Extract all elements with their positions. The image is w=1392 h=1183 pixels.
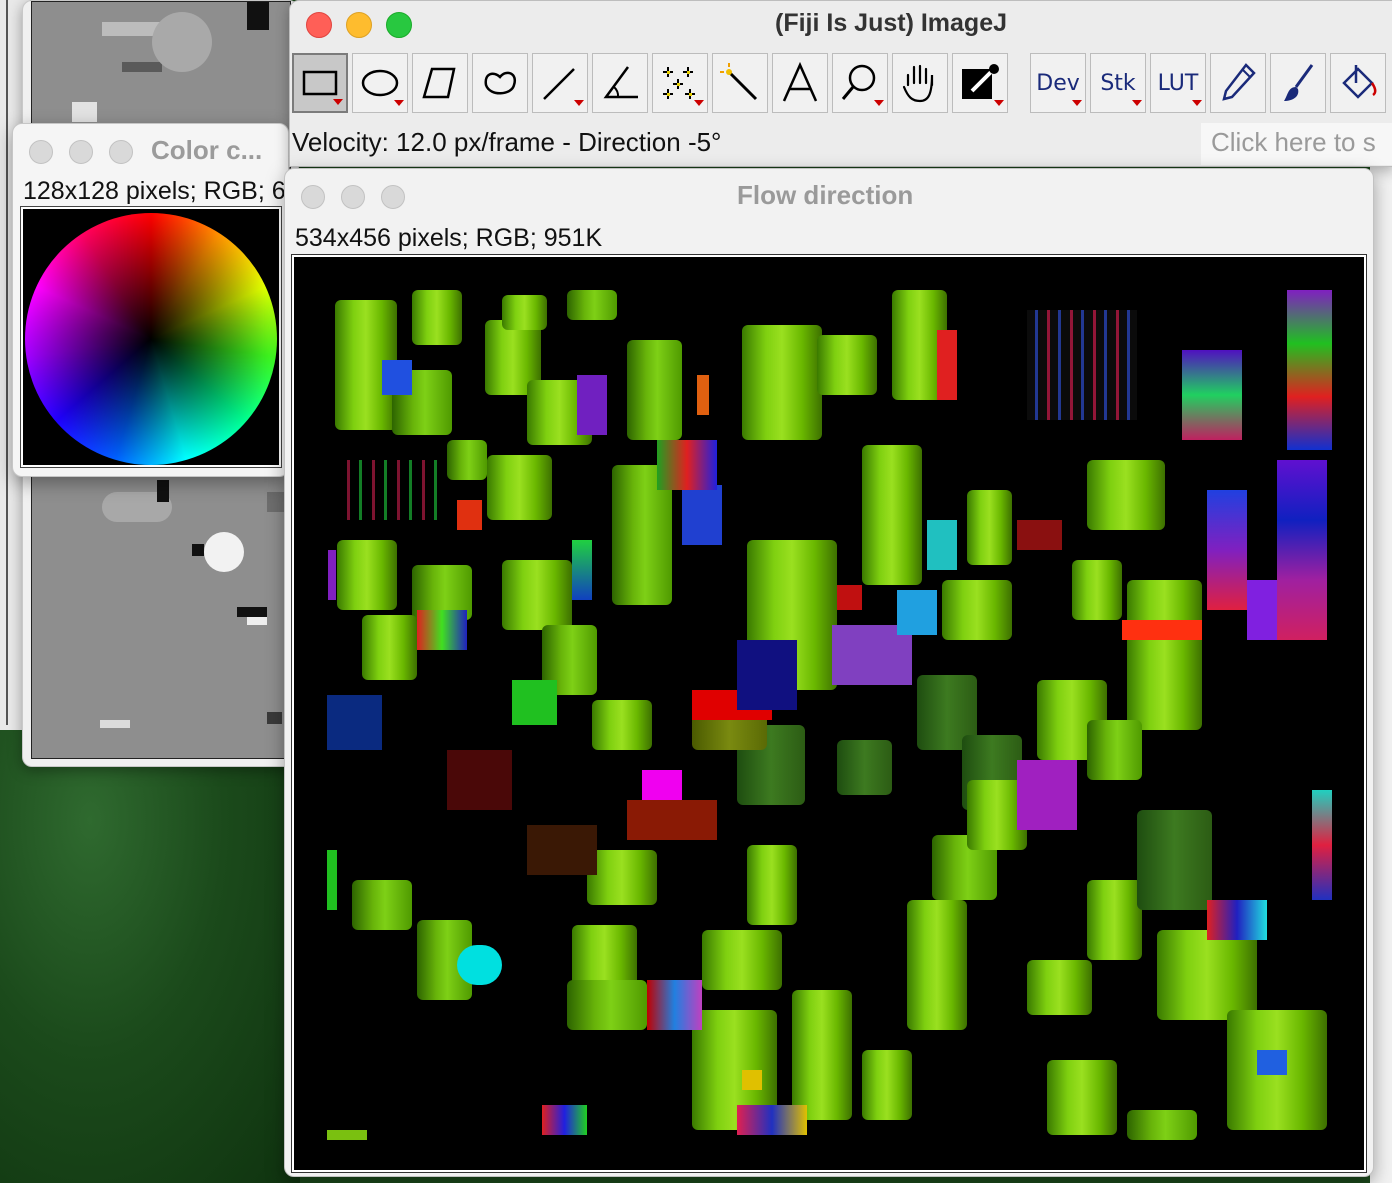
imagej-titlebar[interactable]: (Fiji Is Just) ImageJ (290, 1, 1392, 49)
line-icon (543, 68, 575, 100)
desktop-background (0, 730, 300, 1183)
polygon-icon (422, 67, 456, 99)
search-hint: Click here to s (1211, 127, 1376, 157)
polygon-tool[interactable] (412, 53, 468, 113)
freehand-icon (484, 71, 517, 95)
color-wheel-titlebar[interactable]: Color c... (13, 124, 288, 176)
text-icon (782, 61, 818, 102)
flow-direction-window[interactable]: Flow direction 534x456 pixels; RGB; 951K (284, 168, 1374, 1177)
wand-icon (720, 63, 758, 101)
brush-icon (1284, 64, 1314, 101)
text-tool[interactable] (772, 53, 828, 113)
minimize-button[interactable] (69, 140, 93, 164)
flood-fill-icon (1342, 65, 1377, 99)
angle-icon (603, 66, 638, 99)
search-box[interactable]: Click here to s (1201, 123, 1392, 165)
close-button[interactable] (301, 185, 325, 209)
minimize-button[interactable] (341, 185, 365, 209)
image-info: 534x456 pixels; RGB; 951K (295, 224, 603, 252)
pencil-icon (1222, 63, 1256, 101)
minimize-button[interactable] (346, 12, 372, 38)
lut-menu[interactable]: LUT (1150, 53, 1206, 113)
imagej-main-window[interactable]: (Fiji Is Just) ImageJ Dev Stk LUT Veloci… (289, 0, 1392, 167)
multipoint-icon (663, 67, 695, 99)
status-bar: Velocity: 12.0 px/frame - Direction -5° … (290, 123, 1392, 165)
magnifier-icon (841, 64, 876, 100)
color-wheel-image (25, 213, 277, 465)
scroll-tool[interactable] (892, 53, 948, 113)
zoom-button[interactable] (386, 12, 412, 38)
flood-fill-tool[interactable] (1330, 53, 1386, 113)
close-button[interactable] (29, 140, 53, 164)
color-picker-icon (962, 64, 999, 99)
multipoint-tool[interactable] (652, 53, 708, 113)
window-title: Flow direction (737, 180, 914, 210)
freehand-tool[interactable] (472, 53, 528, 113)
color-wheel-window[interactable]: Color c... 128x128 pixels; RGB; 64K (12, 123, 289, 477)
color-picker-tool[interactable] (952, 53, 1008, 113)
oval-icon (361, 69, 399, 97)
color-wheel-canvas[interactable] (20, 206, 282, 468)
pencil-tool[interactable] (1210, 53, 1266, 113)
flow-direction-canvas[interactable] (291, 254, 1367, 1173)
wand-tool[interactable] (712, 53, 768, 113)
brush-tool[interactable] (1270, 53, 1326, 113)
flow-direction-image (327, 290, 1333, 1140)
zoom-button[interactable] (109, 140, 133, 164)
app-title: (Fiji Is Just) ImageJ (775, 9, 1008, 37)
tool-bar: Dev Stk LUT (292, 53, 1392, 115)
angle-tool[interactable] (592, 53, 648, 113)
close-button[interactable] (306, 12, 332, 38)
oval-tool[interactable] (352, 53, 408, 113)
magnifier-tool[interactable] (832, 53, 888, 113)
status-message: Velocity: 12.0 px/frame - Direction -5° (292, 127, 722, 157)
zoom-button[interactable] (381, 185, 405, 209)
hand-icon (902, 64, 934, 103)
window-title: Color c... (151, 135, 263, 165)
dev-menu[interactable]: Dev (1030, 53, 1086, 113)
rectangle-tool[interactable] (292, 53, 348, 113)
image-info: 128x128 pixels; RGB; 64K (23, 177, 285, 205)
stk-menu[interactable]: Stk (1090, 53, 1146, 113)
flow-direction-titlebar[interactable]: Flow direction (285, 169, 1373, 221)
line-tool[interactable] (532, 53, 588, 113)
